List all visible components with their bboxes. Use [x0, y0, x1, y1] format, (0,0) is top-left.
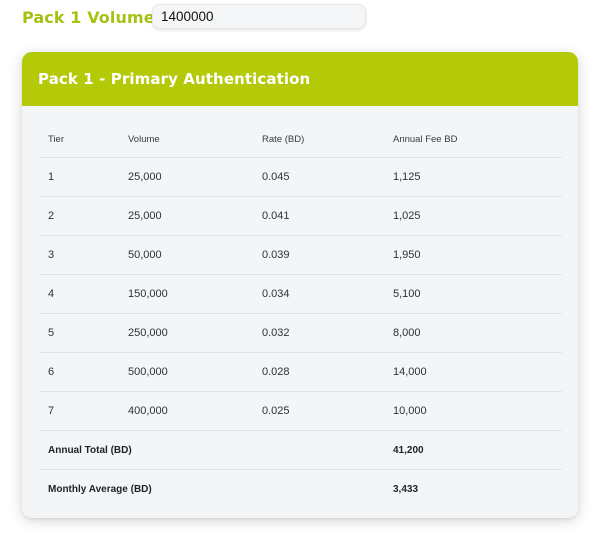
monthly-average-label: Monthly Average (BD) [48, 483, 152, 495]
annual-fee-cell: 10,000 [385, 391, 562, 431]
table-row: 3 50,000 0.039 1,950 [40, 235, 562, 275]
annual-fee-cell: 1,125 [385, 157, 562, 197]
tier-cell: 4 [40, 274, 120, 314]
table-header-row: Tier Volume Rate (BD) Annual Fee BD [40, 121, 562, 158]
monthly-average-row: Monthly Average (BD) 3,433 [40, 470, 562, 509]
volume-cell: 50,000 [120, 235, 254, 275]
pack-volume-row: Pack 1 Volume: [22, 4, 366, 30]
pack-volume-label: Pack 1 Volume: [22, 7, 162, 27]
volume-cell: 400,000 [120, 391, 254, 431]
annual-fee-cell: 1,025 [385, 196, 562, 236]
volume-cell: 25,000 [120, 157, 254, 197]
annual-fee-cell: 5,100 [385, 274, 562, 314]
annual-total-value: 41,200 [385, 430, 562, 470]
rate-cell: 0.034 [254, 274, 385, 314]
rate-cell: 0.041 [254, 196, 385, 236]
pricing-table: Tier Volume Rate (BD) Annual Fee BD 1 25… [40, 121, 562, 508]
annual-fee-cell: 14,000 [385, 352, 562, 392]
annual-total-label: Annual Total (BD) [40, 430, 385, 470]
tier-cell: 7 [40, 391, 120, 431]
volume-cell: 150,000 [120, 274, 254, 314]
annual-fee-cell: 8,000 [385, 313, 562, 353]
tier-cell: 5 [40, 313, 120, 353]
rate-cell: 0.039 [254, 235, 385, 275]
table-row: 4 150,000 0.034 5,100 [40, 274, 562, 314]
column-header-rate: Rate (BD) [254, 121, 385, 158]
table-row: 7 400,000 0.025 10,000 [40, 391, 562, 431]
rate-cell: 0.032 [254, 313, 385, 353]
rate-cell: 0.045 [254, 157, 385, 197]
table-row: 6 500,000 0.028 14,000 [40, 352, 562, 392]
monthly-average-value: 3,433 [393, 483, 419, 495]
card-header: Pack 1 - Primary Authentication [22, 52, 578, 106]
rate-cell: 0.025 [254, 391, 385, 431]
column-header-annual-fee: Annual Fee BD [385, 121, 562, 158]
volume-cell: 250,000 [120, 313, 254, 353]
tier-cell: 2 [40, 196, 120, 236]
annual-total-row: Annual Total (BD) 41,200 [40, 430, 562, 470]
pricing-card: Pack 1 - Primary Authentication Tier Vol… [22, 52, 578, 518]
table-row: 2 25,000 0.041 1,025 [40, 196, 562, 236]
volume-cell: 500,000 [120, 352, 254, 392]
volume-cell: 25,000 [120, 196, 254, 236]
rate-cell: 0.028 [254, 352, 385, 392]
table-row: 5 250,000 0.032 8,000 [40, 313, 562, 353]
pack-volume-input[interactable] [152, 4, 366, 29]
tier-cell: 3 [40, 235, 120, 275]
annual-fee-cell: 1,950 [385, 235, 562, 275]
tier-cell: 6 [40, 352, 120, 392]
column-header-tier: Tier [40, 121, 120, 158]
card-title: Pack 1 - Primary Authentication [38, 70, 311, 88]
tier-cell: 1 [40, 157, 120, 197]
column-header-volume: Volume [120, 121, 254, 158]
table-row: 1 25,000 0.045 1,125 [40, 157, 562, 197]
